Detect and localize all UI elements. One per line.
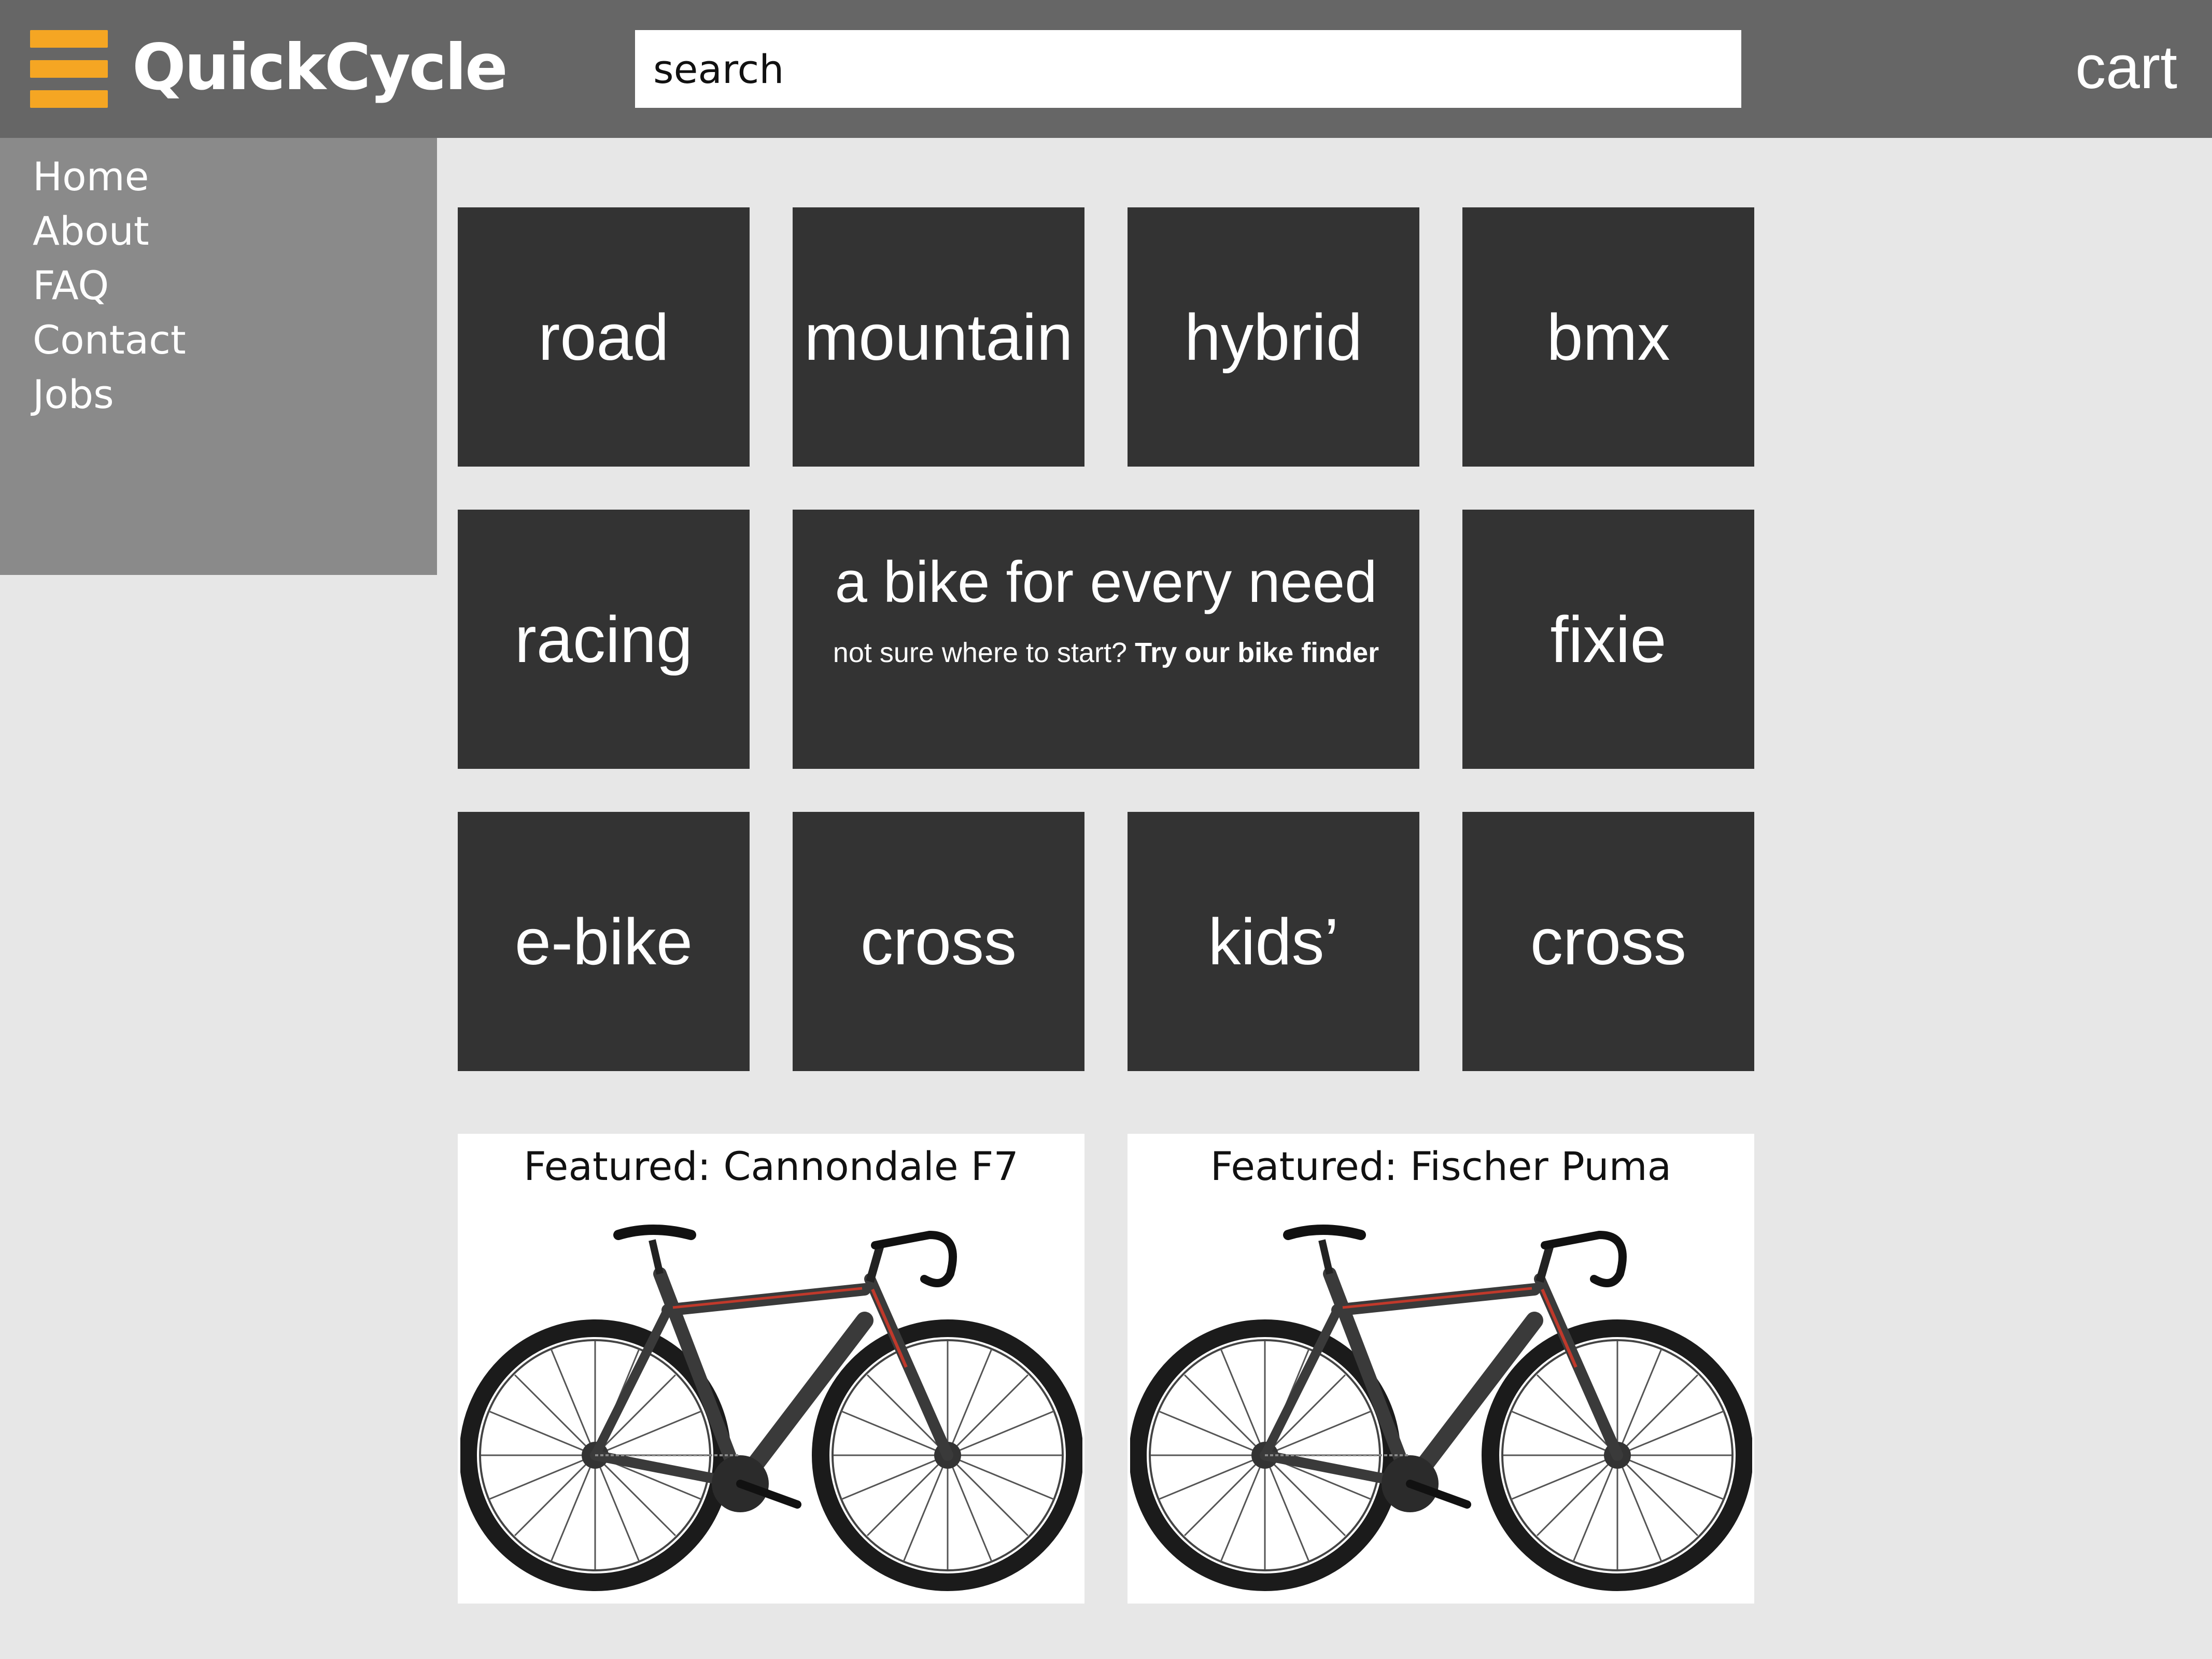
sidebar-item-faq[interactable]: FAQ — [33, 258, 437, 313]
page: QuickCycle cart Home About FAQ Contact J… — [0, 0, 2212, 1659]
bike-illustration — [1130, 1225, 1752, 1591]
category-tile-fixie[interactable]: fixie — [1462, 510, 1754, 769]
cart-link[interactable]: cart — [2048, 31, 2177, 104]
category-tile-hybrid[interactable]: hybrid — [1128, 207, 1419, 467]
menu-bar — [30, 30, 108, 48]
featured-card-cannondale[interactable]: Featured: Cannondale F7 — [458, 1134, 1084, 1604]
sidebar-item-jobs[interactable]: Jobs — [33, 367, 437, 421]
category-tile-racing[interactable]: racing — [458, 510, 750, 769]
top-bar: QuickCycle cart — [0, 0, 2212, 138]
hamburger-menu-icon[interactable] — [30, 30, 108, 108]
promo-subtitle: not sure where to start? Try our bike fi… — [793, 637, 1419, 669]
bike-image — [460, 1225, 1082, 1591]
category-tile-e-bike[interactable]: e-bike — [458, 812, 750, 1071]
menu-bar — [30, 90, 108, 108]
bike-illustration — [460, 1225, 1082, 1591]
promo-subtitle-text: not sure where to start? — [833, 637, 1128, 668]
category-tile-mountain[interactable]: mountain — [793, 207, 1084, 467]
bike-finder-link[interactable]: Try our bike finder — [1135, 637, 1379, 668]
bike-image — [1130, 1225, 1752, 1591]
search-input[interactable] — [635, 30, 1741, 108]
category-tile-road[interactable]: road — [458, 207, 750, 467]
featured-title: Featured: Fischer Puma — [1210, 1143, 1672, 1189]
sidebar-item-home[interactable]: Home — [33, 149, 437, 204]
category-tile-kids[interactable]: kids’ — [1128, 812, 1419, 1071]
sidebar-item-about[interactable]: About — [33, 204, 437, 258]
sidebar-item-contact[interactable]: Contact — [33, 313, 437, 367]
bike-finder-promo[interactable]: a bike for every need not sure where to … — [793, 510, 1419, 769]
category-tile-cross-2[interactable]: cross — [1462, 812, 1754, 1071]
category-tile-bmx[interactable]: bmx — [1462, 207, 1754, 467]
category-tile-cross[interactable]: cross — [793, 812, 1084, 1071]
featured-card-fischer[interactable]: Featured: Fischer Puma — [1128, 1134, 1754, 1604]
featured-title: Featured: Cannondale F7 — [524, 1143, 1019, 1189]
menu-bar — [30, 60, 108, 78]
site-logo[interactable]: QuickCycle — [132, 21, 508, 114]
sidebar-nav: Home About FAQ Contact Jobs — [0, 138, 437, 575]
promo-title: a bike for every need — [835, 550, 1377, 614]
